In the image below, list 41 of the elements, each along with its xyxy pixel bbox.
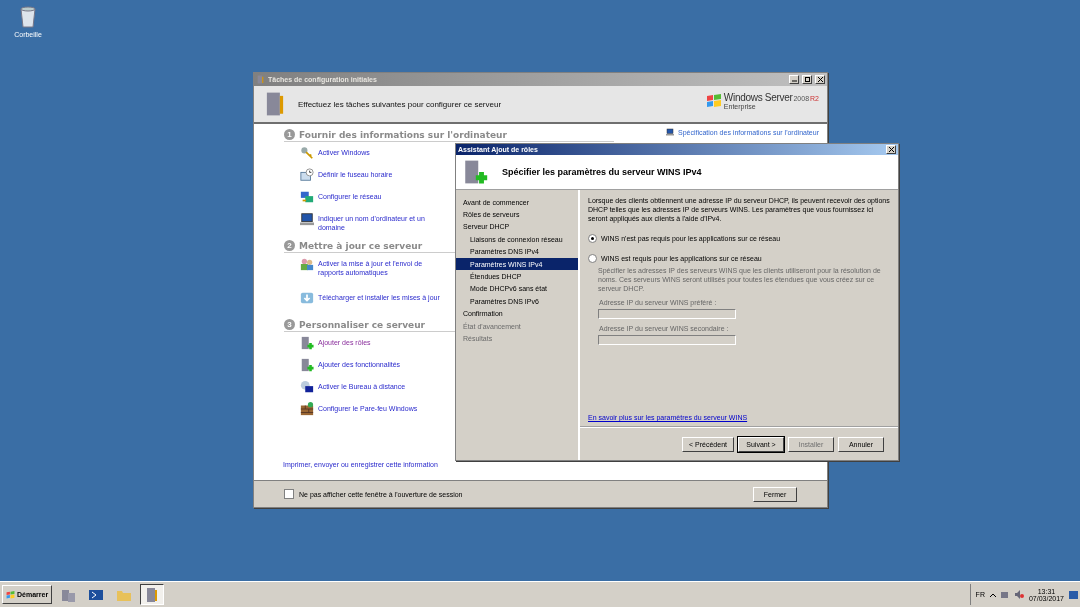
- close-icon: [817, 77, 823, 82]
- minimize-icon: [791, 77, 797, 82]
- server-plus-icon: [462, 159, 488, 185]
- step-number: 3: [284, 319, 295, 330]
- server-plus-icon: [300, 336, 314, 350]
- computer-icon: [665, 128, 674, 136]
- flag-logo-icon: [6, 590, 15, 599]
- radio-button[interactable]: [588, 254, 597, 263]
- clock-icon: [300, 168, 314, 182]
- brand-name: Windows Server: [723, 92, 793, 103]
- minimize-button[interactable]: [789, 75, 799, 84]
- server-tasks-icon: [256, 75, 265, 84]
- remote-desktop-icon: [300, 380, 314, 394]
- taskbar-app-button[interactable]: [140, 584, 165, 605]
- server-plus-icon: [300, 358, 314, 372]
- step-number: 1: [284, 129, 295, 140]
- chevron-up-icon[interactable]: [989, 591, 996, 598]
- close-icon: [888, 147, 894, 152]
- section-title: Fournir des informations sur l'ordinateur: [299, 129, 507, 140]
- section-title: Mettre à jour ce serveur: [299, 240, 423, 251]
- header-text: Effectuez les tâches suivantes pour configurer ce serveur: [298, 99, 503, 109]
- step-number: 2: [284, 240, 295, 251]
- users-icon: [300, 257, 314, 271]
- recycle-bin-icon[interactable]: [18, 4, 38, 28]
- section-title: Personnaliser ce serveur: [299, 319, 426, 330]
- maximize-button[interactable]: [802, 75, 812, 84]
- speaker-muted-icon[interactable]: [1014, 590, 1024, 599]
- wizard-heading: Spécifier les paramètres du serveur WINS IPv4: [502, 167, 702, 177]
- close-button[interactable]: [886, 145, 896, 154]
- brick-wall-icon: [300, 402, 314, 416]
- close-button[interactable]: [815, 75, 825, 84]
- network-icon[interactable]: [1000, 590, 1010, 599]
- maximize-icon: [804, 77, 810, 82]
- show-desktop-icon[interactable]: [1069, 590, 1078, 599]
- checkbox[interactable]: [284, 489, 294, 499]
- network-icon: [300, 190, 314, 204]
- computer-icon: [300, 212, 314, 226]
- key-icon: [300, 146, 314, 160]
- download-icon: [300, 291, 314, 305]
- flag-logo-icon: [705, 94, 722, 108]
- radio-button[interactable]: [588, 234, 597, 243]
